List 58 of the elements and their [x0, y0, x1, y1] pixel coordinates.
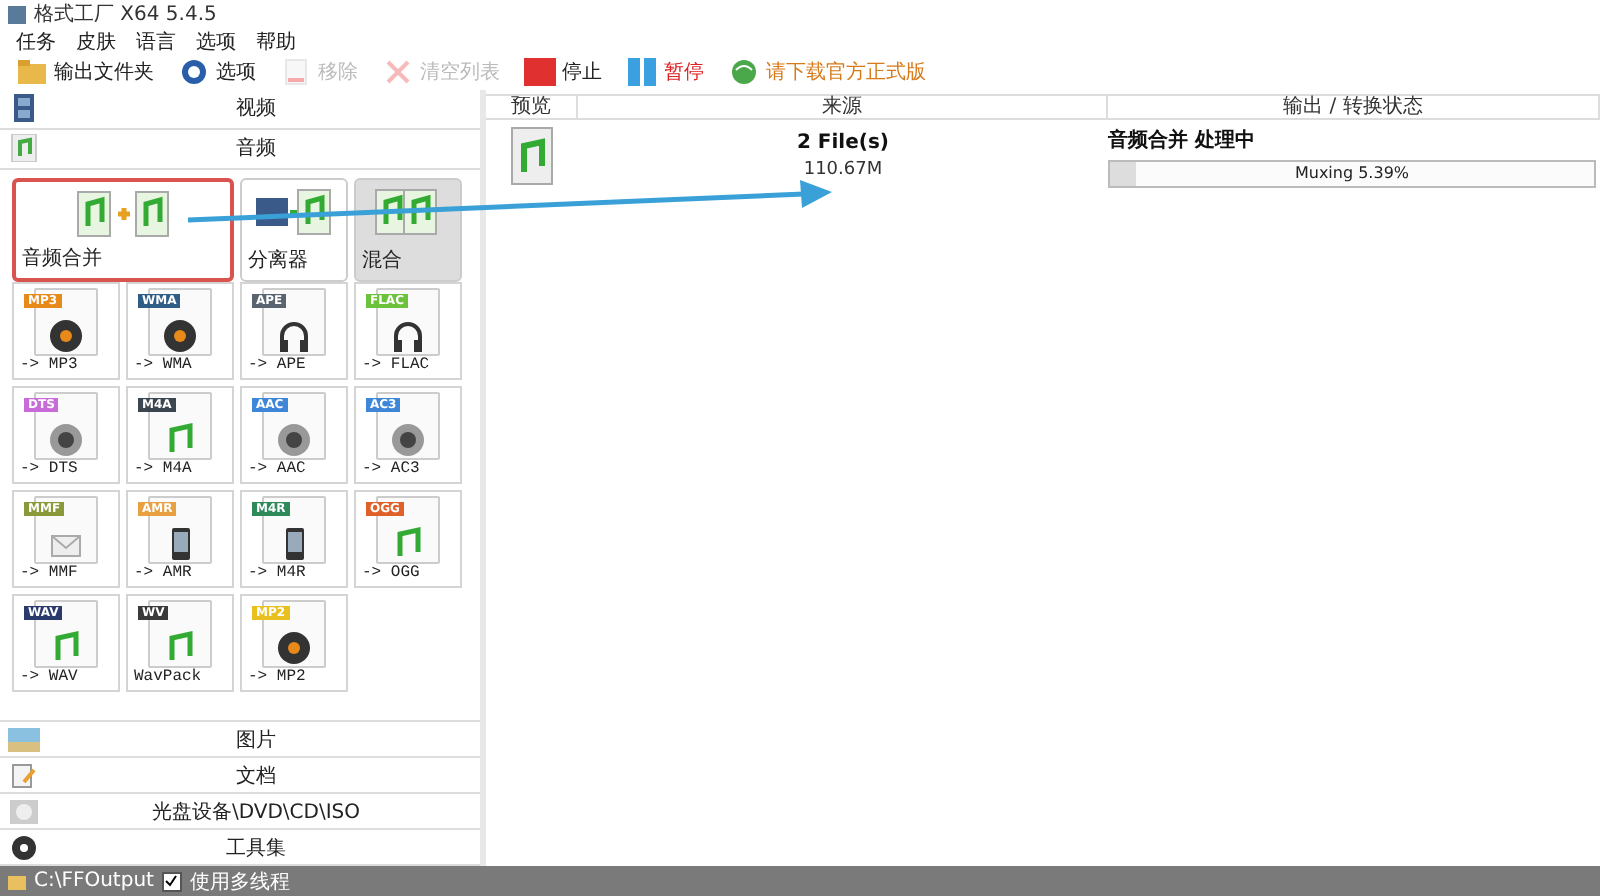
progress-text: Muxing 5.39% [1294, 164, 1410, 182]
disc-icon [162, 317, 198, 354]
disc-icon [48, 317, 84, 354]
film-to-music-icon [254, 185, 334, 238]
speaker-icon [48, 421, 84, 458]
speaker-icon [390, 421, 426, 458]
menu-item[interactable]: 皮肤 [76, 27, 116, 55]
toolbar-button[interactable]: 暂停 [622, 58, 708, 86]
tool-tile[interactable]: 分离器 [240, 177, 348, 282]
category-row[interactable]: 文档 [0, 758, 480, 795]
tool-tile[interactable]: 音频合并 [12, 177, 234, 282]
headphones-icon [390, 317, 426, 354]
column-header[interactable]: 输出 / 转换状态 [1108, 96, 1600, 118]
category-row[interactable]: 图片 [0, 722, 480, 759]
music-note-icon [8, 134, 40, 163]
picture-icon [8, 725, 40, 754]
task-status: 音频合并 处理中 [1108, 126, 1257, 153]
toolbar-button[interactable]: 选项 [174, 58, 260, 86]
tool-tile[interactable]: 混合 [354, 177, 462, 282]
window-title: 格式工厂 X64 5.4.5 [34, 1, 217, 28]
close-icon [382, 58, 414, 86]
menu-item[interactable]: 选项 [196, 27, 236, 55]
menu-item[interactable]: 任务 [16, 27, 56, 55]
column-header[interactable]: 来源 [578, 96, 1108, 118]
music-files-plus-icon [73, 187, 173, 240]
category-label: 视频 [234, 95, 278, 123]
output-path: C:\FFOutput [34, 870, 154, 892]
checkbox[interactable] [161, 871, 182, 891]
film-icon [8, 94, 40, 123]
toolbar-button[interactable]: 停止 [520, 58, 606, 86]
music-file-icon [510, 126, 554, 186]
headphones-icon [276, 317, 312, 354]
menu-item[interactable]: 帮助 [256, 27, 296, 55]
category-row[interactable]: 音频 [0, 129, 480, 170]
category-label: 工具集 [224, 835, 288, 862]
category-label: 图片 [234, 727, 278, 754]
speaker-icon [276, 421, 312, 458]
folder-icon [16, 58, 48, 86]
category-label: 音频 [234, 135, 278, 163]
menu-item[interactable]: 语言 [136, 27, 176, 55]
checkbox-label: 使用多线程 [189, 869, 290, 895]
category-label: 光盘设备\DVD\CD\ISO [149, 799, 363, 826]
folder-icon [8, 873, 26, 889]
category-label: 文档 [234, 763, 278, 790]
category-row[interactable]: 光盘设备\DVD\CD\ISO [0, 794, 480, 831]
disc-drive-icon [8, 797, 40, 826]
disc-icon [276, 629, 312, 666]
category-row[interactable]: 工具集 [0, 830, 480, 866]
file-size: 110.67M [803, 160, 883, 180]
source-files: 2 File(s) [796, 132, 889, 154]
category-row[interactable]: 视频 [0, 90, 480, 130]
column-header[interactable]: 预览 [486, 96, 578, 118]
app-icon [8, 5, 26, 23]
toolbar-button[interactable]: 输出文件夹 [12, 58, 158, 86]
document-minus-icon [280, 58, 312, 86]
pause-icon [626, 58, 658, 86]
stop-icon [524, 58, 556, 86]
document-pencil-icon [12, 763, 36, 788]
